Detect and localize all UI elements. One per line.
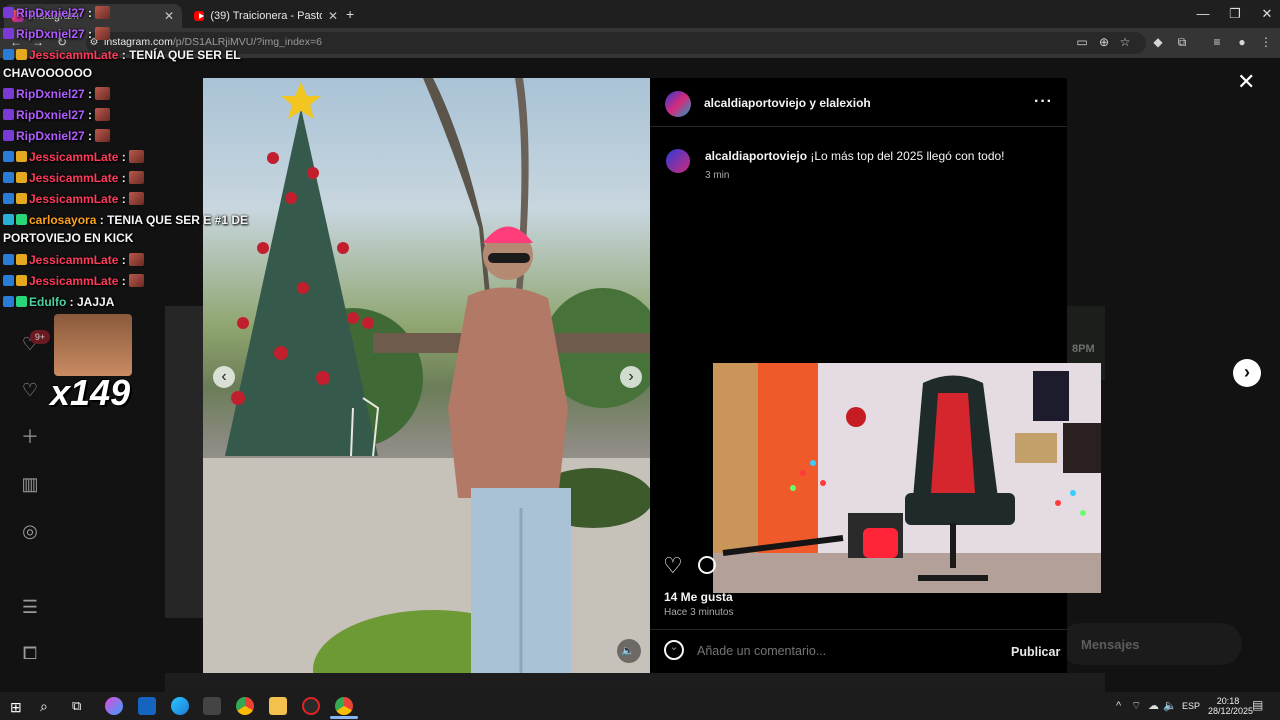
combo-emote [54,314,132,376]
chat-message: JessicammLate : TENÍA QUE SER EL [3,48,241,62]
notification-count-badge: 9+ [30,330,50,344]
chat-message: RipDxniel27 : [3,6,111,20]
new-tab-button[interactable]: + [346,6,354,22]
create-plus-icon[interactable]: ＋ [18,425,42,449]
chat-message: Edulfo : JAJJA [3,295,114,309]
caption: alcaldiaportoviejo ¡Lo más top del 2025 … [705,149,1005,163]
caption-text: ¡Lo más top del 2025 llegó con todo! [810,149,1005,163]
taskbar [0,692,1280,720]
background-post-left [165,306,205,618]
likes-count[interactable]: 14 Me gusta [664,590,733,604]
chat-message-continued: CHAVOOOOOO [3,66,93,80]
chat-message: RipDxniel27 : [3,27,111,41]
dashboard-chart-icon[interactable]: ▥ [18,472,42,496]
profile-icon[interactable]: ● [1234,34,1250,50]
browser-menu-icon[interactable]: ⋮ [1258,34,1274,50]
bookmark-star-icon[interactable]: ☆ [1117,34,1133,50]
like-heart-icon[interactable]: ♡ [663,553,683,579]
chat-message: RipDxniel27 : [3,87,111,101]
post-header-accounts[interactable]: alcaldiaportoviejo y elalexioh [704,96,871,110]
stream-chat-overlay: RipDxniel27 : RipDxniel27 : JessicammLat… [0,4,248,314]
chrome-icon[interactable] [236,697,254,715]
heart-icon[interactable]: ♡ [18,378,42,402]
streamer-webcam-overlay [713,363,1101,593]
post-time-ago: Hace 3 minutos [664,607,734,618]
start-windows-icon[interactable]: ⊞ [10,699,22,716]
copilot-icon[interactable] [105,697,123,715]
active-app-indicator [330,716,358,719]
minimize-button[interactable]: — [1186,0,1220,28]
caption-username[interactable]: alcaldiaportoviejo [705,149,807,163]
publish-button[interactable]: Publicar [1011,645,1060,659]
chat-message: RipDxniel27 : [3,108,111,122]
cast-icon[interactable]: ▭ [1074,34,1090,50]
emoji-picker-icon[interactable]: ᵕ [664,640,684,660]
more-menu-icon[interactable]: ☰ [18,595,42,619]
chat-message: RipDxniel27 : [3,129,111,143]
media-prev-button[interactable]: ‹ [213,366,235,388]
post-options-icon[interactable]: ··· [1034,93,1053,111]
chat-message: JessicammLate : [3,171,145,185]
tray-volume-icon[interactable]: 🔈 [1163,699,1177,712]
comment-input[interactable] [697,642,987,660]
language-indicator[interactable]: ESP [1182,701,1200,711]
post-media[interactable]: ‹ › 🔈 [203,78,650,673]
divider [650,126,1067,127]
edge-icon[interactable] [171,697,189,715]
search-icon[interactable]: ⌕ [40,698,48,715]
tray-wifi-icon[interactable]: ⌔ [1131,699,1141,713]
close-window-button[interactable]: ✕ [1250,0,1280,28]
store-icon[interactable] [203,697,221,715]
post-photo [203,78,650,673]
task-view-icon[interactable]: ⧉ [72,698,81,714]
next-post-button[interactable]: › [1233,359,1261,387]
extension-diamond-icon[interactable]: ◆ [1150,34,1166,50]
combo-counter: x149 [50,372,131,413]
close-modal-button[interactable]: ✕ [1237,69,1255,95]
background-post-row [165,673,1105,692]
webcam-feed [713,363,1101,593]
outlook-icon[interactable] [138,697,156,715]
media-next-button[interactable]: › [620,366,642,388]
chrome-active-icon[interactable] [335,697,353,715]
chat-message: JessicammLate : [3,192,145,206]
chat-message: carlosayora : TENIA QUE SER E #1 DE [3,213,248,227]
chat-message-continued: PORTOVIEJO EN KICK [3,231,134,245]
tray-network-icon[interactable]: ☁ [1148,699,1159,712]
caption-avatar[interactable] [666,149,690,173]
zoom-icon[interactable]: ⊕ [1096,34,1112,50]
audio-speaker-icon[interactable]: 🔈 [621,644,635,657]
also-from-meta-icon[interactable]: ⧠ [18,641,42,665]
divider [650,629,1067,630]
obs-recording-icon[interactable] [302,697,320,715]
tab-close-icon[interactable]: ✕ [328,9,338,23]
chat-message: JessicammLate : [3,253,145,267]
chat-message: JessicammLate : [3,274,145,288]
tray-overflow-icon[interactable]: ^ [1116,700,1121,712]
background-time-label: 8PM [1072,343,1095,355]
avatar[interactable] [665,91,691,117]
messages-label: Mensajes [1081,637,1140,652]
threads-icon[interactable]: ◎ [18,519,42,543]
caption-timestamp: 3 min [705,170,730,181]
chat-message: JessicammLate : [3,150,145,164]
clock-date: 28/12/2025 [1208,706,1254,716]
clock-time: 20:18 [1216,696,1240,706]
clock[interactable]: 20:18 28/12/2025 [1208,696,1254,716]
extensions-puzzle-icon[interactable]: ⧉ [1174,34,1190,50]
restore-button[interactable]: ❐ [1218,0,1252,28]
file-explorer-icon[interactable] [269,697,287,715]
notification-center-icon[interactable]: ▤ [1252,698,1263,712]
comment-icon[interactable] [698,556,716,574]
media-control-icon[interactable]: ≡ [1209,34,1225,50]
